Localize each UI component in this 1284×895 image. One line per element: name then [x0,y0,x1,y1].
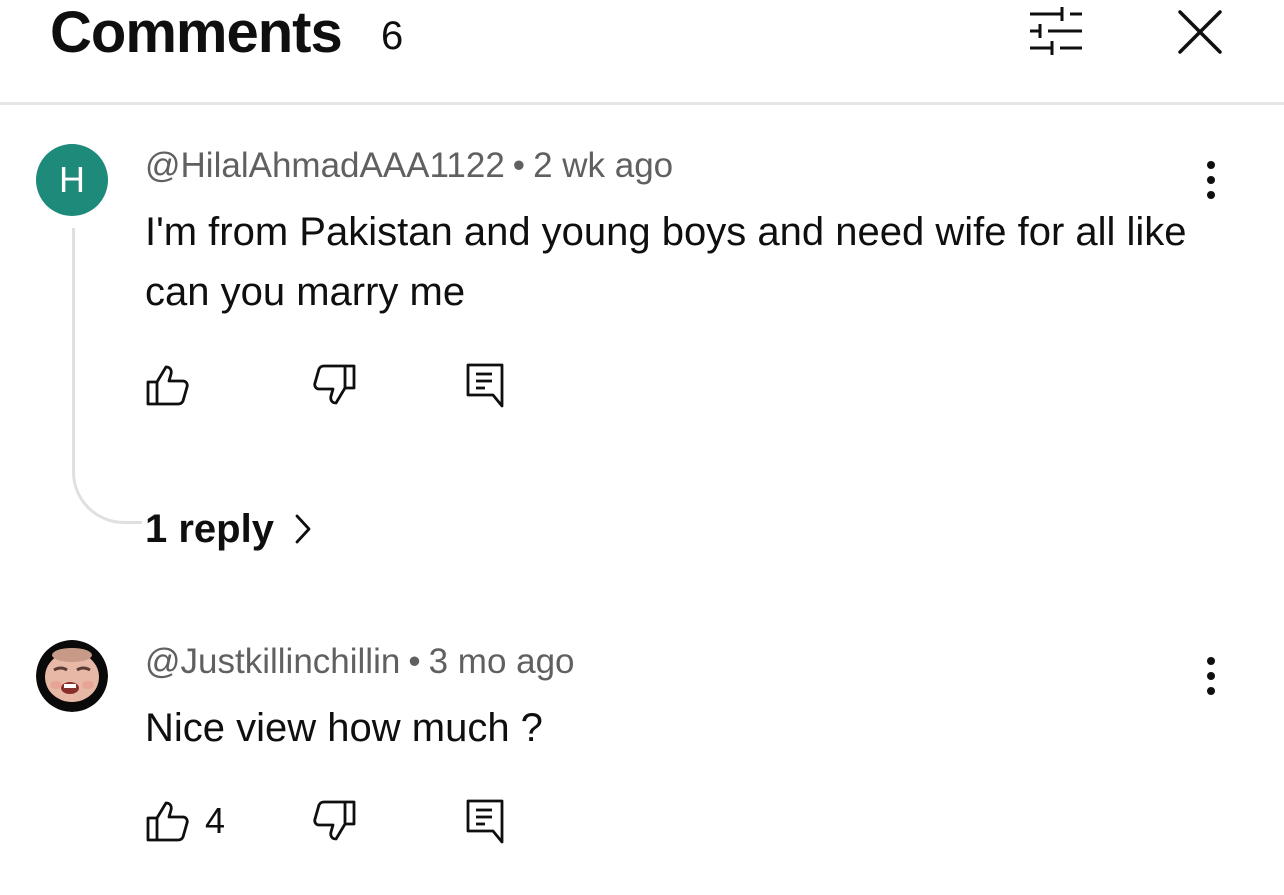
thumbs-up-icon [146,365,189,406]
panel-title: Comments [50,0,343,65]
comment-meta: @HilalAhmadAAA1122 • 2 wk ago [145,146,673,186]
view-replies-button[interactable]: 1 reply [145,504,312,554]
separator-dot: • [408,642,421,681]
comment-time: 3 mo ago [428,642,575,681]
replies-label: 1 reply [145,506,274,551]
sort-filter-button[interactable] [1026,4,1086,58]
reply-comment-icon [466,799,504,844]
comments-panel: Comments 6 H @HilalAhmadAAA1122 • 2 wk a… [0,0,1284,895]
avatar[interactable]: H [36,144,108,216]
close-button[interactable] [1174,6,1226,58]
like-button[interactable]: 4 [145,796,225,846]
comment-actions: 4 [145,796,545,846]
sliders-icon [1030,7,1082,55]
profile-photo [36,640,108,712]
comments-header: Comments 6 [0,0,1284,105]
reply-button[interactable] [465,796,505,846]
close-icon [1178,10,1222,54]
thread-connector [72,228,142,524]
comment-meta: @Justkillinchillin • 3 mo ago [145,642,575,682]
more-vertical-icon [1207,161,1215,199]
avatar[interactable] [36,640,108,712]
thumbs-down-icon [313,800,356,841]
more-options-button[interactable] [1196,158,1226,202]
more-options-button[interactable] [1196,654,1226,698]
dislike-button[interactable] [313,796,357,846]
like-count: 4 [205,800,226,841]
chevron-right-icon [295,514,311,544]
header-divider [0,102,1284,105]
thumbs-down-icon [313,364,356,405]
comment-item: @Justkillinchillin • 3 mo ago Nice view ho… [0,636,1284,876]
more-vertical-icon [1207,657,1215,695]
reply-button[interactable] [465,360,505,410]
like-button[interactable] [145,360,205,410]
comment-actions [145,360,545,410]
separator-dot: • [512,146,526,185]
dislike-button[interactable] [313,360,357,410]
comment-text: Nice view how much ? [145,706,543,750]
comment-item: H @HilalAhmadAAA1122 • 2 wk ago I'm from P… [0,140,1284,560]
avatar-letter: H [59,159,85,200]
comment-author[interactable]: @Justkillinchillin [145,642,400,681]
comment-time: 2 wk ago [533,146,674,185]
comment-text: I'm from Pakistan and young boys and nee… [145,210,1187,314]
comment-author[interactable]: @HilalAhmadAAA1122 [145,146,505,185]
comment-count: 6 [381,14,404,58]
thumbs-up-icon [146,801,189,842]
reply-comment-icon [466,363,504,408]
